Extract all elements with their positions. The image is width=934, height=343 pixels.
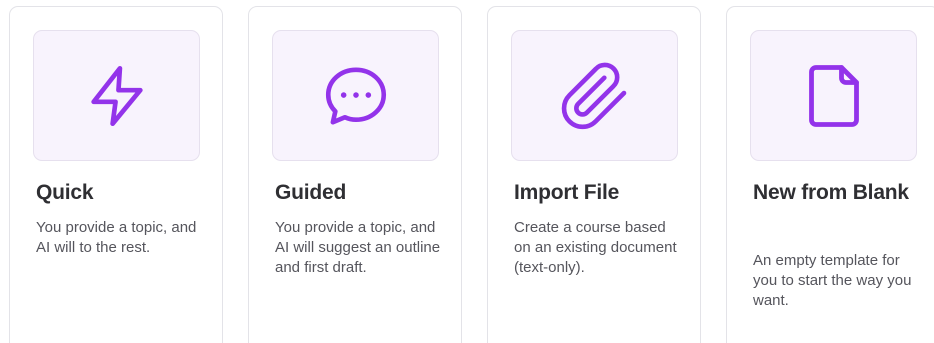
chat-bubble-icon — [325, 66, 386, 125]
import-file-option-card[interactable]: Import File Create a course based on an … — [487, 6, 701, 343]
blank-file-icon — [808, 64, 859, 127]
new-from-blank-option-card[interactable]: New from Blank An empty template for you… — [726, 6, 934, 343]
option-description: Create a course based on an existing doc… — [514, 219, 677, 276]
option-description: You provide a topic, and AI will suggest… — [275, 219, 441, 276]
guided-option-card[interactable]: Guided You provide a topic, and AI will … — [248, 6, 462, 343]
new-from-blank-thumbnail — [750, 30, 917, 161]
lightning-icon — [90, 65, 143, 126]
paperclip-icon — [561, 62, 626, 129]
guided-thumbnail — [272, 30, 439, 161]
import-file-thumbnail — [511, 30, 678, 161]
option-title: New from Blank — [753, 181, 909, 204]
quick-option-card[interactable]: Quick You provide a topic, and AI will t… — [9, 6, 223, 343]
quick-thumbnail — [33, 30, 200, 161]
option-description: You provide a topic, and AI will to the … — [36, 219, 197, 256]
option-description: An empty template for you to start the w… — [753, 252, 912, 309]
option-title: Import File — [514, 181, 620, 204]
creation-options: Quick You provide a topic, and AI will t… — [0, 0, 934, 343]
option-title: Guided — [275, 181, 347, 204]
option-title: Quick — [36, 181, 94, 204]
